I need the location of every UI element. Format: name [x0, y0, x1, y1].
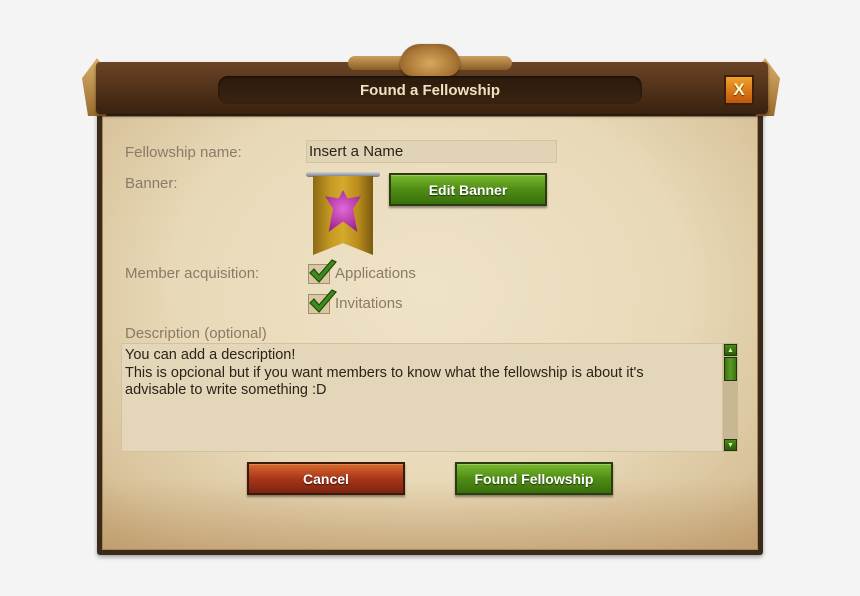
edit-banner-label: Edit Banner [428, 181, 508, 198]
dialog-title: Found a Fellowship [360, 81, 500, 99]
member-acquisition-label: Member acquisition: [125, 265, 260, 282]
invitations-label: Invitations [335, 295, 403, 312]
found-fellowship-label: Found Fellowship [474, 470, 594, 487]
arrow-up-icon[interactable]: ▲ [724, 344, 737, 356]
applications-checkbox[interactable] [308, 259, 337, 284]
description-line: This is opcional but if you want members… [125, 365, 644, 381]
arrow-down-icon[interactable]: ▼ [724, 439, 737, 451]
description-label: Description (optional) [125, 325, 267, 342]
description-line: You can add a description! [125, 347, 296, 363]
edit-banner-button[interactable]: Edit Banner [389, 173, 547, 206]
cancel-button-label: Cancel [303, 470, 349, 487]
applications-label: Applications [335, 265, 416, 282]
banner-label: Banner: [125, 175, 178, 192]
scrollbar-thumb[interactable] [724, 357, 737, 381]
found-fellowship-button[interactable]: Found Fellowship [455, 462, 613, 495]
checkmark-icon [309, 289, 337, 313]
checkmark-icon [309, 259, 337, 283]
close-button[interactable]: X [724, 75, 754, 105]
cancel-button[interactable]: Cancel [247, 462, 405, 495]
description-textarea[interactable]: You can add a description! This is opcio… [121, 343, 723, 452]
fellowship-name-label: Fellowship name: [125, 144, 242, 161]
fellowship-name-input[interactable] [306, 140, 557, 163]
title-plate: Found a Fellowship [218, 76, 642, 104]
close-icon: X [733, 80, 745, 99]
invitations-checkbox[interactable] [308, 289, 337, 314]
description-scrollbar[interactable]: ▲ ▼ [723, 343, 738, 452]
lion-crest-icon [400, 44, 460, 76]
description-line: advisable to write something :D [125, 382, 327, 398]
